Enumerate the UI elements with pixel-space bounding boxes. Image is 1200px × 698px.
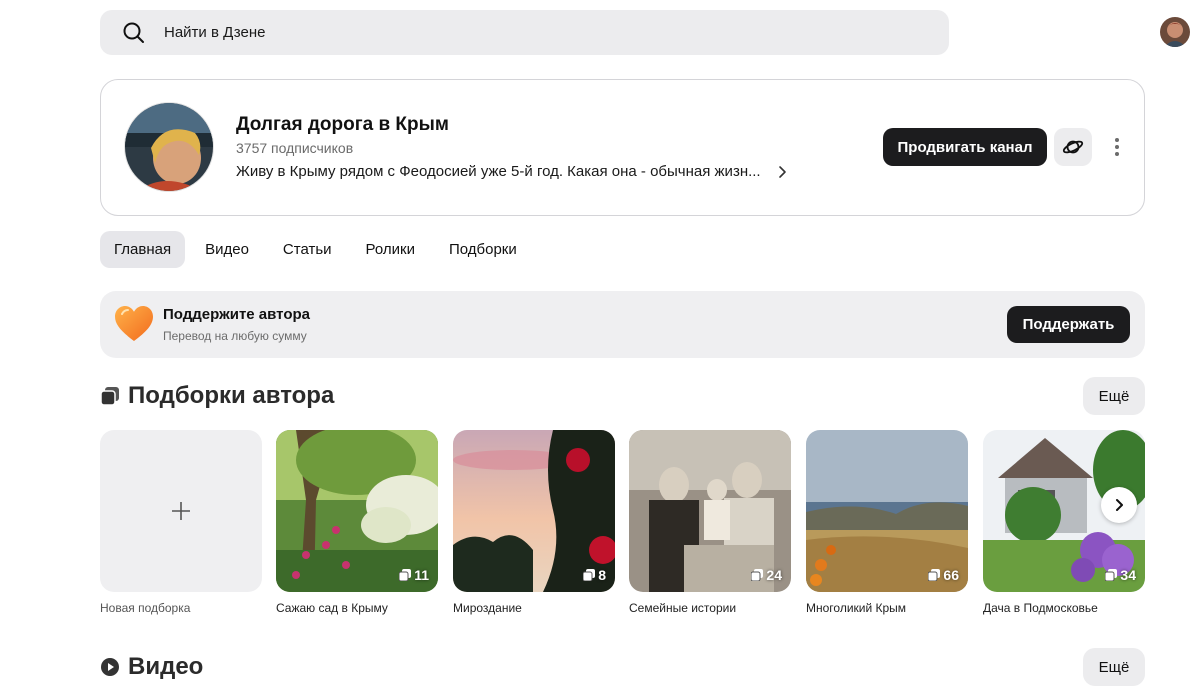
heart-icon (115, 306, 153, 341)
video-more-button[interactable]: Ещё (1083, 648, 1145, 686)
collection-count: 66 (928, 567, 959, 583)
collection-count-value: 34 (1120, 567, 1136, 583)
collections-more-button[interactable]: Ещё (1083, 377, 1145, 415)
collection-thumb: 8 (453, 430, 615, 592)
collection-tile[interactable]: 24 Семейные истории (629, 430, 791, 615)
more-vertical-icon (1115, 138, 1119, 156)
new-collection-label: Новая подборка (100, 601, 191, 615)
collections-title: Подборки автора (128, 382, 335, 409)
support-button[interactable]: Поддержать (1007, 306, 1130, 343)
channel-description[interactable]: Живу в Крыму рядом с Феодосией уже 5-й г… (236, 163, 761, 180)
subscriber-count: 3757 подписчиков (236, 140, 354, 156)
plus-icon (172, 502, 190, 520)
collections-header: Подборки автора (100, 382, 334, 410)
collection-count-icon (1105, 569, 1118, 581)
collection-count-value: 24 (766, 567, 782, 583)
collection-thumb: 66 (806, 430, 968, 592)
support-subtitle: Перевод на любую сумму (163, 329, 307, 343)
collection-thumb: 11 (276, 430, 438, 592)
collections-icon (100, 387, 119, 406)
collection-count-value: 66 (943, 567, 959, 583)
collection-tile[interactable]: 11 Сажаю сад в Крыму (276, 430, 438, 615)
collection-title: Мироздание (453, 601, 522, 615)
new-collection-thumb (100, 430, 262, 592)
collection-count-icon (928, 569, 941, 581)
channel-avatar[interactable] (124, 102, 214, 192)
collection-count-value: 11 (414, 567, 429, 583)
chevron-right-icon (1116, 499, 1123, 511)
tab-main[interactable]: Главная (100, 231, 186, 268)
channel-name[interactable]: Долгая дорога в Крым (236, 114, 449, 136)
collection-count-icon (399, 569, 412, 581)
tab-video[interactable]: Видео (191, 231, 263, 268)
collection-title: Сажаю сад в Крыму (276, 601, 388, 615)
collection-tile[interactable]: 66 Многоликий Крым (806, 430, 968, 615)
collection-count: 24 (751, 567, 782, 583)
search-icon (123, 22, 144, 43)
collection-count: 11 (399, 567, 429, 583)
search-input[interactable]: Найти в Дзене (100, 10, 949, 55)
tab-shorts[interactable]: Ролики (352, 231, 429, 268)
channel-tabs: Главная Видео Статьи Ролики Подборки (100, 231, 531, 268)
promote-channel-button[interactable]: Продвигать канал (883, 128, 1047, 166)
search-placeholder: Найти в Дзене (164, 24, 266, 41)
video-header: Видео (100, 653, 203, 681)
collection-count: 8 (583, 567, 606, 583)
collection-count-icon (583, 569, 596, 581)
collection-count-icon (751, 569, 764, 581)
collection-title: Дача в Подмосковье (983, 601, 1098, 615)
channel-header-card: Долгая дорога в Крым 3757 подписчиков Жи… (100, 79, 1145, 216)
collection-thumb: 24 (629, 430, 791, 592)
collection-count-value: 8 (598, 567, 606, 583)
user-avatar[interactable] (1160, 17, 1190, 47)
more-options-button[interactable] (1105, 135, 1129, 159)
collection-tile[interactable]: 8 Мироздание (453, 430, 615, 615)
carousel-next-button[interactable] (1101, 487, 1137, 523)
new-collection-tile[interactable]: Новая подборка (100, 430, 262, 615)
tab-articles[interactable]: Статьи (269, 231, 346, 268)
video-title: Видео (128, 653, 204, 680)
video-icon (101, 658, 119, 676)
support-author-card: Поддержите автора Перевод на любую сумму… (100, 291, 1145, 358)
collection-title: Семейные истории (629, 601, 737, 615)
tab-collections[interactable]: Подборки (435, 231, 531, 268)
collections-list: Новая подборка 11 Сажаю сад в Крыму 8 Ми… (100, 430, 1145, 630)
collection-count: 34 (1105, 567, 1136, 583)
support-title: Поддержите автора (163, 306, 310, 323)
planet-button[interactable] (1054, 128, 1092, 166)
collection-title: Многоликий Крым (806, 601, 907, 615)
chevron-right-icon[interactable] (774, 164, 790, 180)
planet-icon (1062, 140, 1084, 154)
